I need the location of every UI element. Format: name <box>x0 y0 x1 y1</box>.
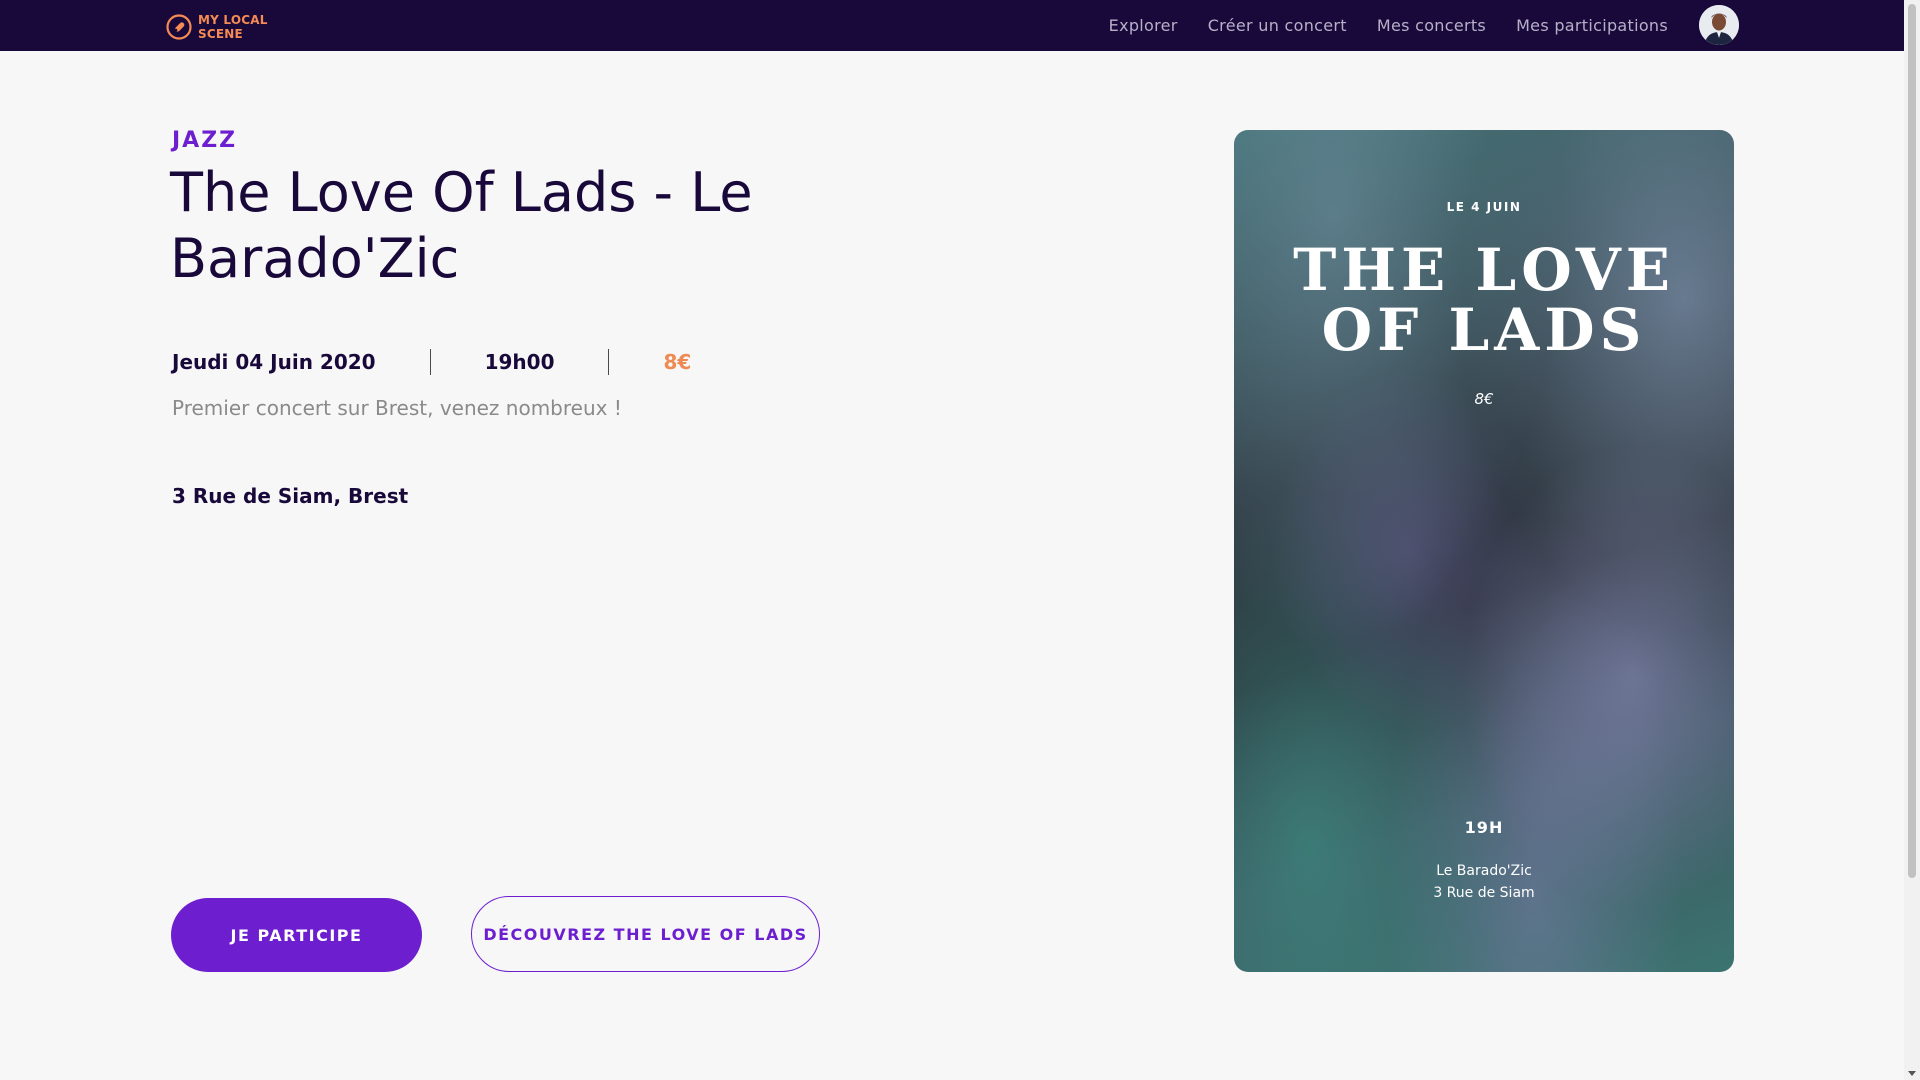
event-genre: JAZZ <box>172 128 238 153</box>
event-address: 3 Rue de Siam, Brest <box>172 484 409 508</box>
discover-artist-button[interactable]: DÉCOUVREZ THE LOVE OF LADS <box>471 896 820 972</box>
nav-my-concerts[interactable]: Mes concerts <box>1377 16 1486 35</box>
poster-title-line: THE LOVE <box>1293 236 1675 304</box>
meta-divider <box>608 349 610 375</box>
poster-title: THE LOVE OF LADS <box>1234 240 1734 360</box>
event-meta: Jeudi 04 Juin 2020 19h00 8€ <box>172 348 691 376</box>
poster-venue-name: Le Barado'Zic <box>1436 863 1532 879</box>
poster-time: 19H <box>1464 818 1504 837</box>
event-description: Premier concert sur Brest, venez nombreu… <box>172 396 622 420</box>
brand-logo[interactable]: MY LOCAL SCENE <box>166 12 268 42</box>
poster-venue-address: 3 Rue de Siam <box>1433 885 1535 901</box>
event-time: 19h00 <box>484 350 555 374</box>
scrollbar-thumb[interactable] <box>1908 4 1916 878</box>
event-date: Jeudi 04 Juin 2020 <box>172 350 376 374</box>
nav-explorer[interactable]: Explorer <box>1109 16 1178 35</box>
poster-title-line: OF LADS <box>1321 296 1647 364</box>
event-title: The Love Of Lads - Le Barado'Zic <box>170 161 753 290</box>
event-price: 8€ <box>663 350 692 374</box>
nav-links: Explorer Créer un concert Mes concerts M… <box>1079 0 1668 51</box>
event-poster: LE 4 JUIN THE LOVE OF LADS 8€ 19H Le Bar… <box>1234 130 1734 972</box>
page-scrollbar[interactable] <box>1904 0 1920 1080</box>
poster-price: 8€ <box>1474 390 1494 408</box>
top-navbar: MY LOCAL SCENE Explorer Créer un concert… <box>0 0 1904 51</box>
user-avatar-icon <box>1699 5 1739 45</box>
user-avatar[interactable] <box>1699 5 1739 45</box>
poster-date: LE 4 JUIN <box>1446 200 1522 214</box>
nav-my-participations[interactable]: Mes participations <box>1516 16 1668 35</box>
meta-divider <box>429 349 431 375</box>
guitar-logo-icon <box>166 14 192 40</box>
brand-name: MY LOCAL SCENE <box>198 13 268 41</box>
participate-button[interactable]: JE PARTICIPE <box>171 898 422 972</box>
poster-venue: Le Barado'Zic 3 Rue de Siam <box>1234 860 1734 904</box>
nav-create-concert[interactable]: Créer un concert <box>1208 16 1347 35</box>
scroll-down-arrow-icon[interactable] <box>1908 1071 1916 1076</box>
